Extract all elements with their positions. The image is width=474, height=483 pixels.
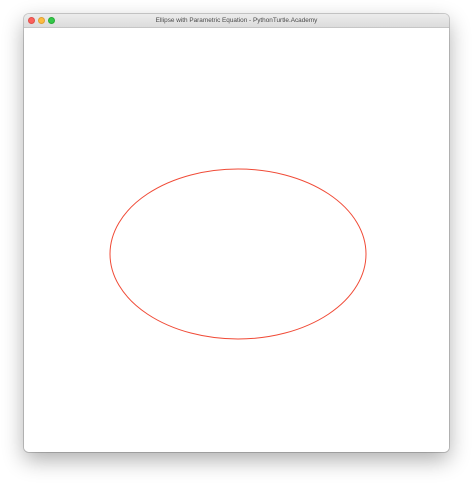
title-bar[interactable]: Ellipse with Parametric Equation - Pytho…: [24, 14, 449, 28]
drawing-surface: [109, 168, 367, 340]
turtle-canvas[interactable]: [24, 28, 449, 452]
window-title: Ellipse with Parametric Equation - Pytho…: [155, 17, 318, 24]
app-window: Ellipse with Parametric Equation - Pytho…: [24, 14, 449, 452]
ellipse-shape: [109, 168, 367, 340]
minimize-button[interactable]: [38, 17, 45, 24]
close-button[interactable]: [28, 17, 35, 24]
zoom-button[interactable]: [48, 17, 55, 24]
